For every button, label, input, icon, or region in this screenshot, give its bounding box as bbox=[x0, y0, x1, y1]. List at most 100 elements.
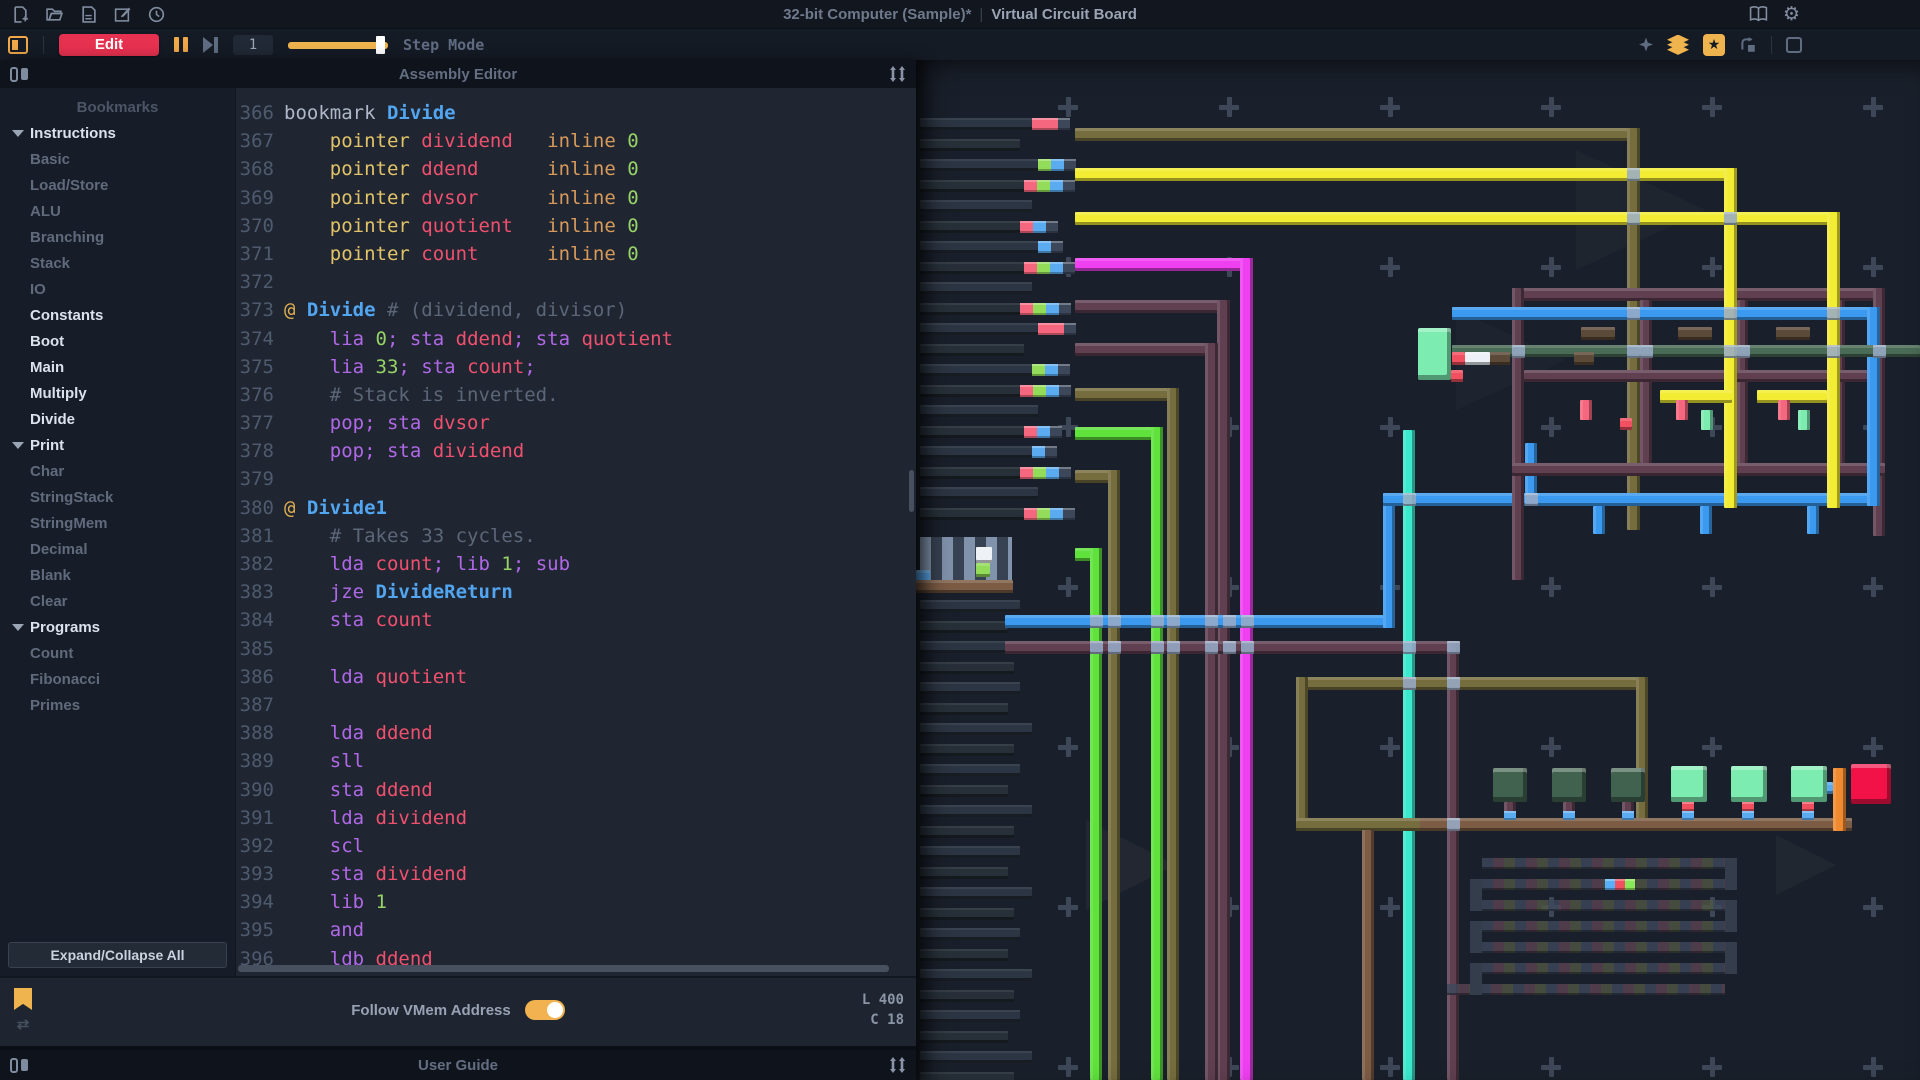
chevron-down-icon[interactable] bbox=[12, 130, 24, 137]
new-file-icon[interactable] bbox=[12, 6, 29, 23]
code-line[interactable]: 386 lda quotient bbox=[236, 663, 916, 691]
step-forward-icon[interactable] bbox=[203, 37, 218, 53]
rename-icon[interactable] bbox=[114, 6, 131, 23]
bookmark-item-fibonacci[interactable]: Fibonacci bbox=[0, 666, 235, 692]
bookmark-item-blank[interactable]: Blank bbox=[0, 562, 235, 588]
grid-plus-marker bbox=[1549, 97, 1554, 117]
code-line[interactable]: 369 pointer dvsor inline 0 bbox=[236, 184, 916, 212]
code-line[interactable]: 378 pop; sta dividend bbox=[236, 437, 916, 465]
bookmark-item-alu[interactable]: ALU bbox=[0, 198, 235, 224]
favorites-star-icon[interactable]: ★ bbox=[1703, 34, 1725, 56]
code-line[interactable]: 371 pointer count inline 0 bbox=[236, 240, 916, 268]
bookmark-item-basic[interactable]: Basic bbox=[0, 146, 235, 172]
layers-icon[interactable] bbox=[1667, 35, 1689, 55]
wire bbox=[1827, 212, 1840, 508]
bookmark-item-load-store[interactable]: Load/Store bbox=[0, 172, 235, 198]
memory-slat bbox=[920, 1010, 1020, 1022]
component-square bbox=[1552, 768, 1586, 802]
bookmark-item-print[interactable]: Print bbox=[0, 432, 235, 458]
code-line[interactable]: 384 sta count bbox=[236, 606, 916, 634]
user-guide-book-icon[interactable] bbox=[1749, 6, 1768, 22]
code-line[interactable]: 377 pop; sta dvsor bbox=[236, 409, 916, 437]
bookmark-item-io[interactable]: IO bbox=[0, 276, 235, 302]
bookmark-item-programs[interactable]: Programs bbox=[0, 614, 235, 640]
code-line[interactable]: 375 lia 33; sta count; bbox=[236, 353, 916, 381]
grid-plus-marker bbox=[1066, 417, 1071, 437]
bookmark-item-clear[interactable]: Clear bbox=[0, 588, 235, 614]
effects-sparkle-icon[interactable] bbox=[1639, 38, 1653, 52]
wire-junction-node bbox=[1403, 493, 1416, 506]
code-text: scl bbox=[274, 832, 364, 860]
code-line[interactable]: 383 jze DivideReturn bbox=[236, 578, 916, 606]
slat-connector bbox=[1058, 364, 1070, 376]
code-line[interactable]: 379 bbox=[236, 465, 916, 493]
bookmark-item-primes[interactable]: Primes bbox=[0, 692, 235, 718]
background-triangle bbox=[1776, 835, 1836, 895]
bookmark-item-boot[interactable]: Boot bbox=[0, 328, 235, 354]
bookmark-item-stack[interactable]: Stack bbox=[0, 250, 235, 276]
code-line[interactable]: 390 sta ddend bbox=[236, 776, 916, 804]
code-line[interactable]: 394 lib 1 bbox=[236, 888, 916, 916]
open-file-icon[interactable] bbox=[46, 6, 63, 23]
edit-mode-button[interactable]: Edit bbox=[59, 34, 159, 56]
horizontal-scrollbar[interactable] bbox=[238, 965, 889, 972]
vertical-scrollbar[interactable] bbox=[909, 470, 914, 512]
code-line[interactable]: 376 # Stack is inverted. bbox=[236, 381, 916, 409]
code-line[interactable]: 391 lda dividend bbox=[236, 804, 916, 832]
slat-chip bbox=[1046, 303, 1059, 315]
bookmark-item-constants[interactable]: Constants bbox=[0, 302, 235, 328]
code-text: lda count; lib 1; sub bbox=[274, 550, 570, 578]
line-number: 395 bbox=[236, 916, 274, 944]
code-line[interactable]: 380@ Divide1 bbox=[236, 494, 916, 522]
wire bbox=[1833, 768, 1846, 831]
save-icon[interactable] bbox=[80, 6, 97, 23]
chevron-down-icon[interactable] bbox=[12, 624, 24, 631]
wire bbox=[1620, 418, 1632, 430]
code-line[interactable]: 389 sll bbox=[236, 747, 916, 775]
chevron-down-icon[interactable] bbox=[12, 442, 24, 449]
code-line[interactable]: 366bookmark Divide bbox=[236, 99, 916, 127]
bookmark-item-multiply[interactable]: Multiply bbox=[0, 380, 235, 406]
code-line[interactable]: 368 pointer ddend inline 0 bbox=[236, 155, 916, 183]
code-text: pointer quotient inline 0 bbox=[274, 212, 639, 240]
code-line[interactable]: 385 bbox=[236, 635, 916, 663]
serpentine-connector bbox=[1470, 921, 1482, 953]
wire bbox=[1420, 818, 1852, 831]
code-editor[interactable]: 366bookmark Divide367 pointer dividend i… bbox=[235, 88, 916, 976]
code-line[interactable]: 367 pointer dividend inline 0 bbox=[236, 127, 916, 155]
code-line[interactable]: 392 scl bbox=[236, 832, 916, 860]
selection-tool-icon[interactable] bbox=[8, 36, 28, 54]
history-icon[interactable] bbox=[148, 6, 165, 23]
bookmark-item-stringmem[interactable]: StringMem bbox=[0, 510, 235, 536]
circuit-canvas[interactable] bbox=[916, 60, 1920, 1080]
bookmark-item-divide[interactable]: Divide bbox=[0, 406, 235, 432]
code-line[interactable]: 387 bbox=[236, 691, 916, 719]
bookmark-item-instructions[interactable]: Instructions bbox=[0, 120, 235, 146]
bookmark-item-main[interactable]: Main bbox=[0, 354, 235, 380]
bookmark-item-branching[interactable]: Branching bbox=[0, 224, 235, 250]
code-line[interactable]: 374 lia 0; sta ddend; sta quotient bbox=[236, 325, 916, 353]
bookmark-item-decimal[interactable]: Decimal bbox=[0, 536, 235, 562]
flip-rotate-icon[interactable] bbox=[1739, 36, 1757, 54]
cycle-count-field[interactable]: 1 bbox=[233, 35, 273, 55]
code-line[interactable]: 388 lda ddend bbox=[236, 719, 916, 747]
window-mode-icon[interactable] bbox=[1786, 37, 1802, 53]
code-line[interactable]: 393 sta dividend bbox=[236, 860, 916, 888]
settings-gear-icon[interactable]: ⚙ bbox=[1783, 5, 1800, 24]
sim-speed-slider[interactable] bbox=[288, 36, 388, 54]
bookmark-item-count[interactable]: Count bbox=[0, 640, 235, 666]
code-line[interactable]: 381 # Takes 33 cycles. bbox=[236, 522, 916, 550]
bookmark-item-stringstack[interactable]: StringStack bbox=[0, 484, 235, 510]
code-line[interactable]: 373@ Divide # (dividend, divisor) bbox=[236, 296, 916, 324]
code-line[interactable]: 372 bbox=[236, 268, 916, 296]
slider-handle[interactable] bbox=[376, 36, 385, 54]
wire-junction-node bbox=[1108, 615, 1121, 628]
bookmark-item-char[interactable]: Char bbox=[0, 458, 235, 484]
serpentine-connector bbox=[1725, 858, 1737, 890]
code-line[interactable]: 395 and bbox=[236, 916, 916, 944]
follow-vmem-toggle[interactable] bbox=[525, 1000, 565, 1020]
pause-icon[interactable] bbox=[174, 37, 188, 52]
code-line[interactable]: 370 pointer quotient inline 0 bbox=[236, 212, 916, 240]
code-line[interactable]: 382 lda count; lib 1; sub bbox=[236, 550, 916, 578]
expand-collapse-all-button[interactable]: Expand/Collapse All bbox=[8, 942, 227, 968]
